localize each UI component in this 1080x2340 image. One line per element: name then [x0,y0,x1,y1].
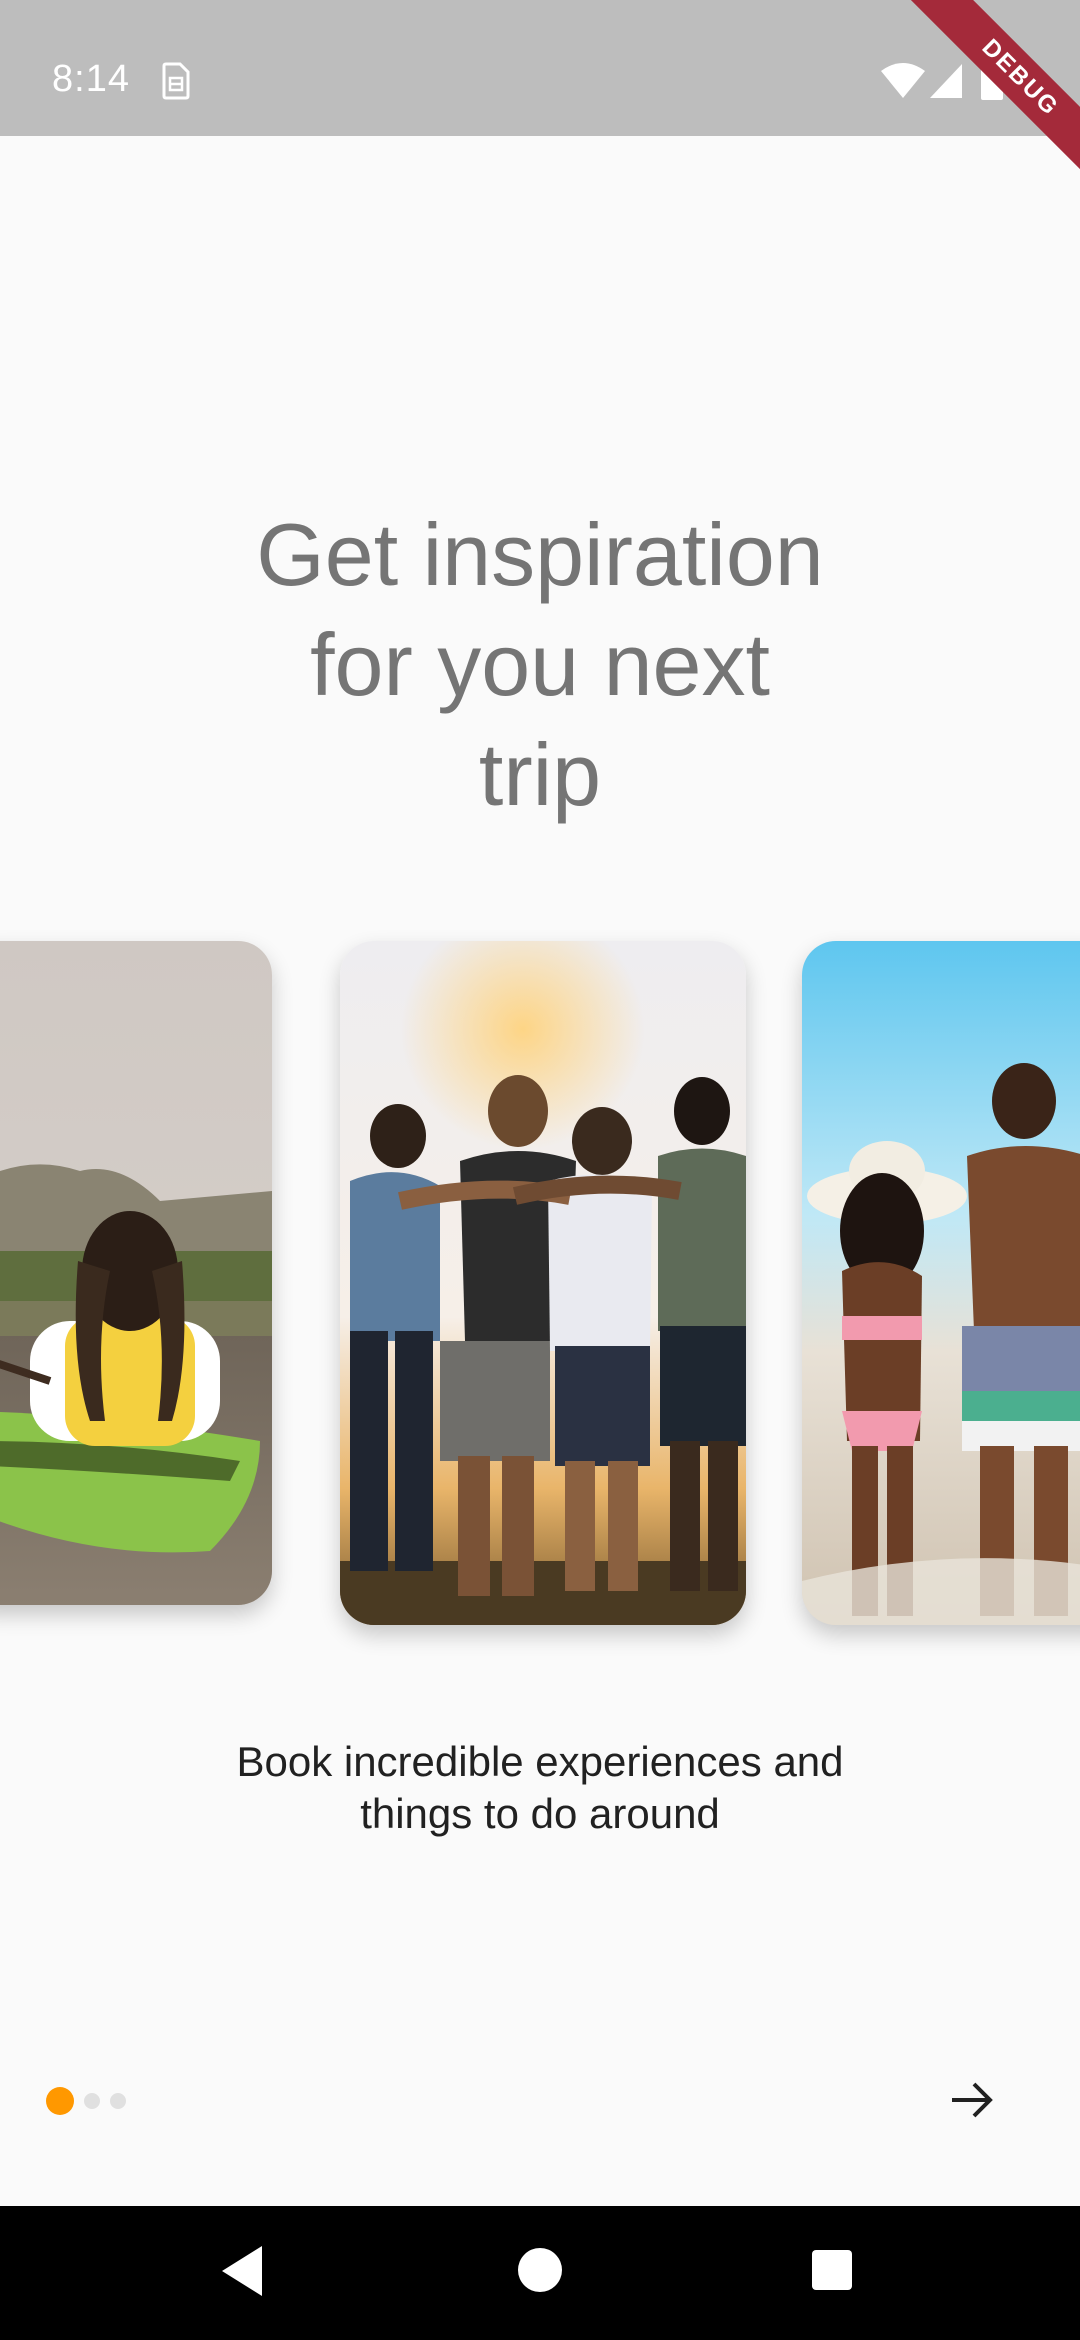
page-dot[interactable] [110,2093,126,2109]
status-time: 8:14 [52,58,130,100]
home-icon[interactable] [518,2248,562,2292]
couple-on-beach-photo [802,941,1080,1625]
back-icon[interactable] [218,2244,266,2298]
onboarding-screen: 8:14 DEBUG Get inspiration for you next … [0,0,1080,2340]
photo-carousel[interactable] [0,935,1080,1635]
woman-in-kayak-photo [0,941,272,1605]
recents-icon[interactable] [812,2250,852,2290]
page-dot[interactable] [84,2093,100,2109]
subtitle-line: Book incredible experiences and [236,1738,844,1785]
arrow-right-icon [952,2082,993,2118]
title-line: Get inspiration [256,505,824,604]
onboarding-title: Get inspiration for you next trip [140,500,940,830]
status-bar: 8:14 DEBUG [0,0,1080,200]
debug-label: DEBUG [898,0,1080,200]
page-indicator [46,2086,136,2116]
next-button[interactable] [938,2066,1006,2134]
page-dot-active[interactable] [46,2087,74,2115]
title-line: trip [478,725,602,824]
onboarding-subtitle: Book incredible experiences and things t… [140,1736,940,1840]
title-line: for you next [310,615,770,714]
sim-card-icon [162,62,190,100]
system-nav-bar [0,2206,1080,2340]
debug-banner: DEBUG [880,0,1080,200]
subtitle-line: things to do around [360,1790,720,1837]
friends-at-sunset-photo [340,941,746,1625]
